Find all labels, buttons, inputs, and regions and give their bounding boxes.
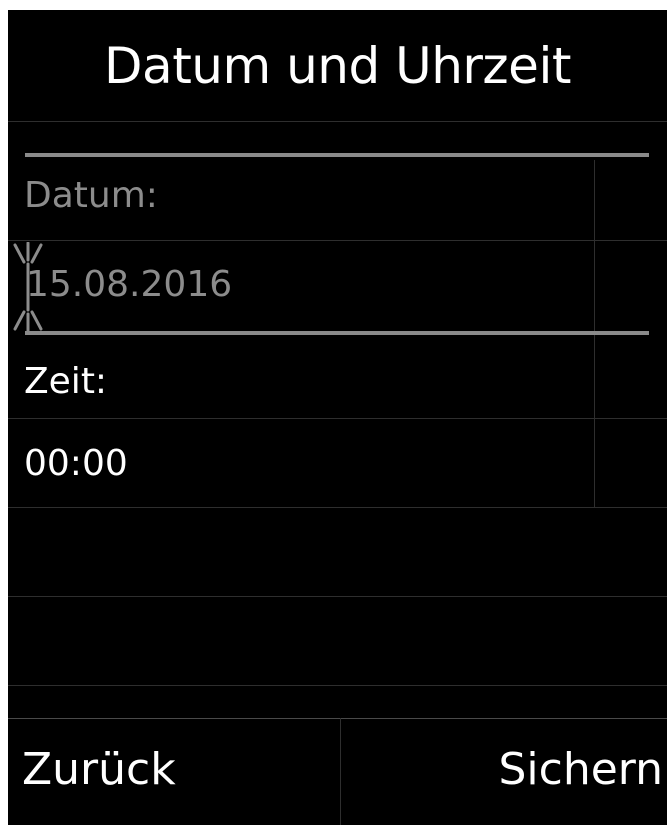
page-title: Datum und Uhrzeit xyxy=(104,37,571,95)
time-label: Zeit: xyxy=(24,361,108,402)
divider xyxy=(8,685,667,686)
divider xyxy=(8,418,667,419)
back-softkey[interactable]: Zurück xyxy=(22,748,176,792)
divider xyxy=(8,121,667,122)
divider xyxy=(8,507,667,508)
blinking-edit-cursor-icon xyxy=(13,242,43,332)
phone-display: Datum und Uhrzeit Datum: 15.08.2016 Zeit xyxy=(8,10,667,825)
date-value[interactable]: 15.08.2016 xyxy=(26,267,232,303)
date-label: Datum: xyxy=(24,175,158,216)
softkey-separator xyxy=(340,718,341,825)
save-softkey[interactable]: Sichern xyxy=(498,748,663,792)
time-value[interactable]: 00:00 xyxy=(24,446,128,482)
divider xyxy=(8,240,667,241)
selection-bar-bottom xyxy=(25,331,649,335)
title-bar: Datum und Uhrzeit xyxy=(8,10,667,120)
selection-bar-top xyxy=(25,153,649,157)
softkey-divider xyxy=(8,718,667,719)
divider xyxy=(8,596,667,597)
